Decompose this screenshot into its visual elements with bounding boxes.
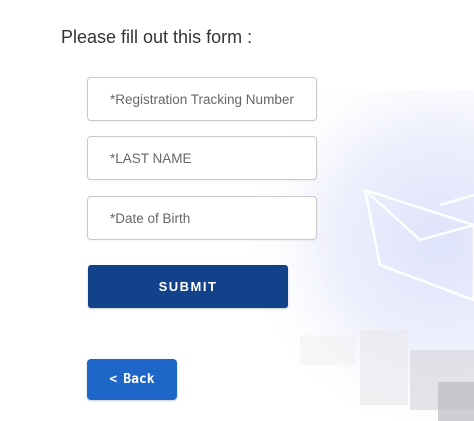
form-heading: Please fill out this form :: [61, 27, 253, 47]
back-button-label: Back: [123, 372, 155, 387]
registration-tracking-number-input[interactable]: [87, 77, 317, 121]
last-name-input[interactable]: [87, 136, 317, 180]
back-button[interactable]: < Back: [87, 359, 177, 400]
chevron-left-icon: <: [109, 372, 118, 387]
date-of-birth-input[interactable]: [87, 196, 317, 240]
submit-button[interactable]: SUBMIT: [88, 265, 288, 308]
